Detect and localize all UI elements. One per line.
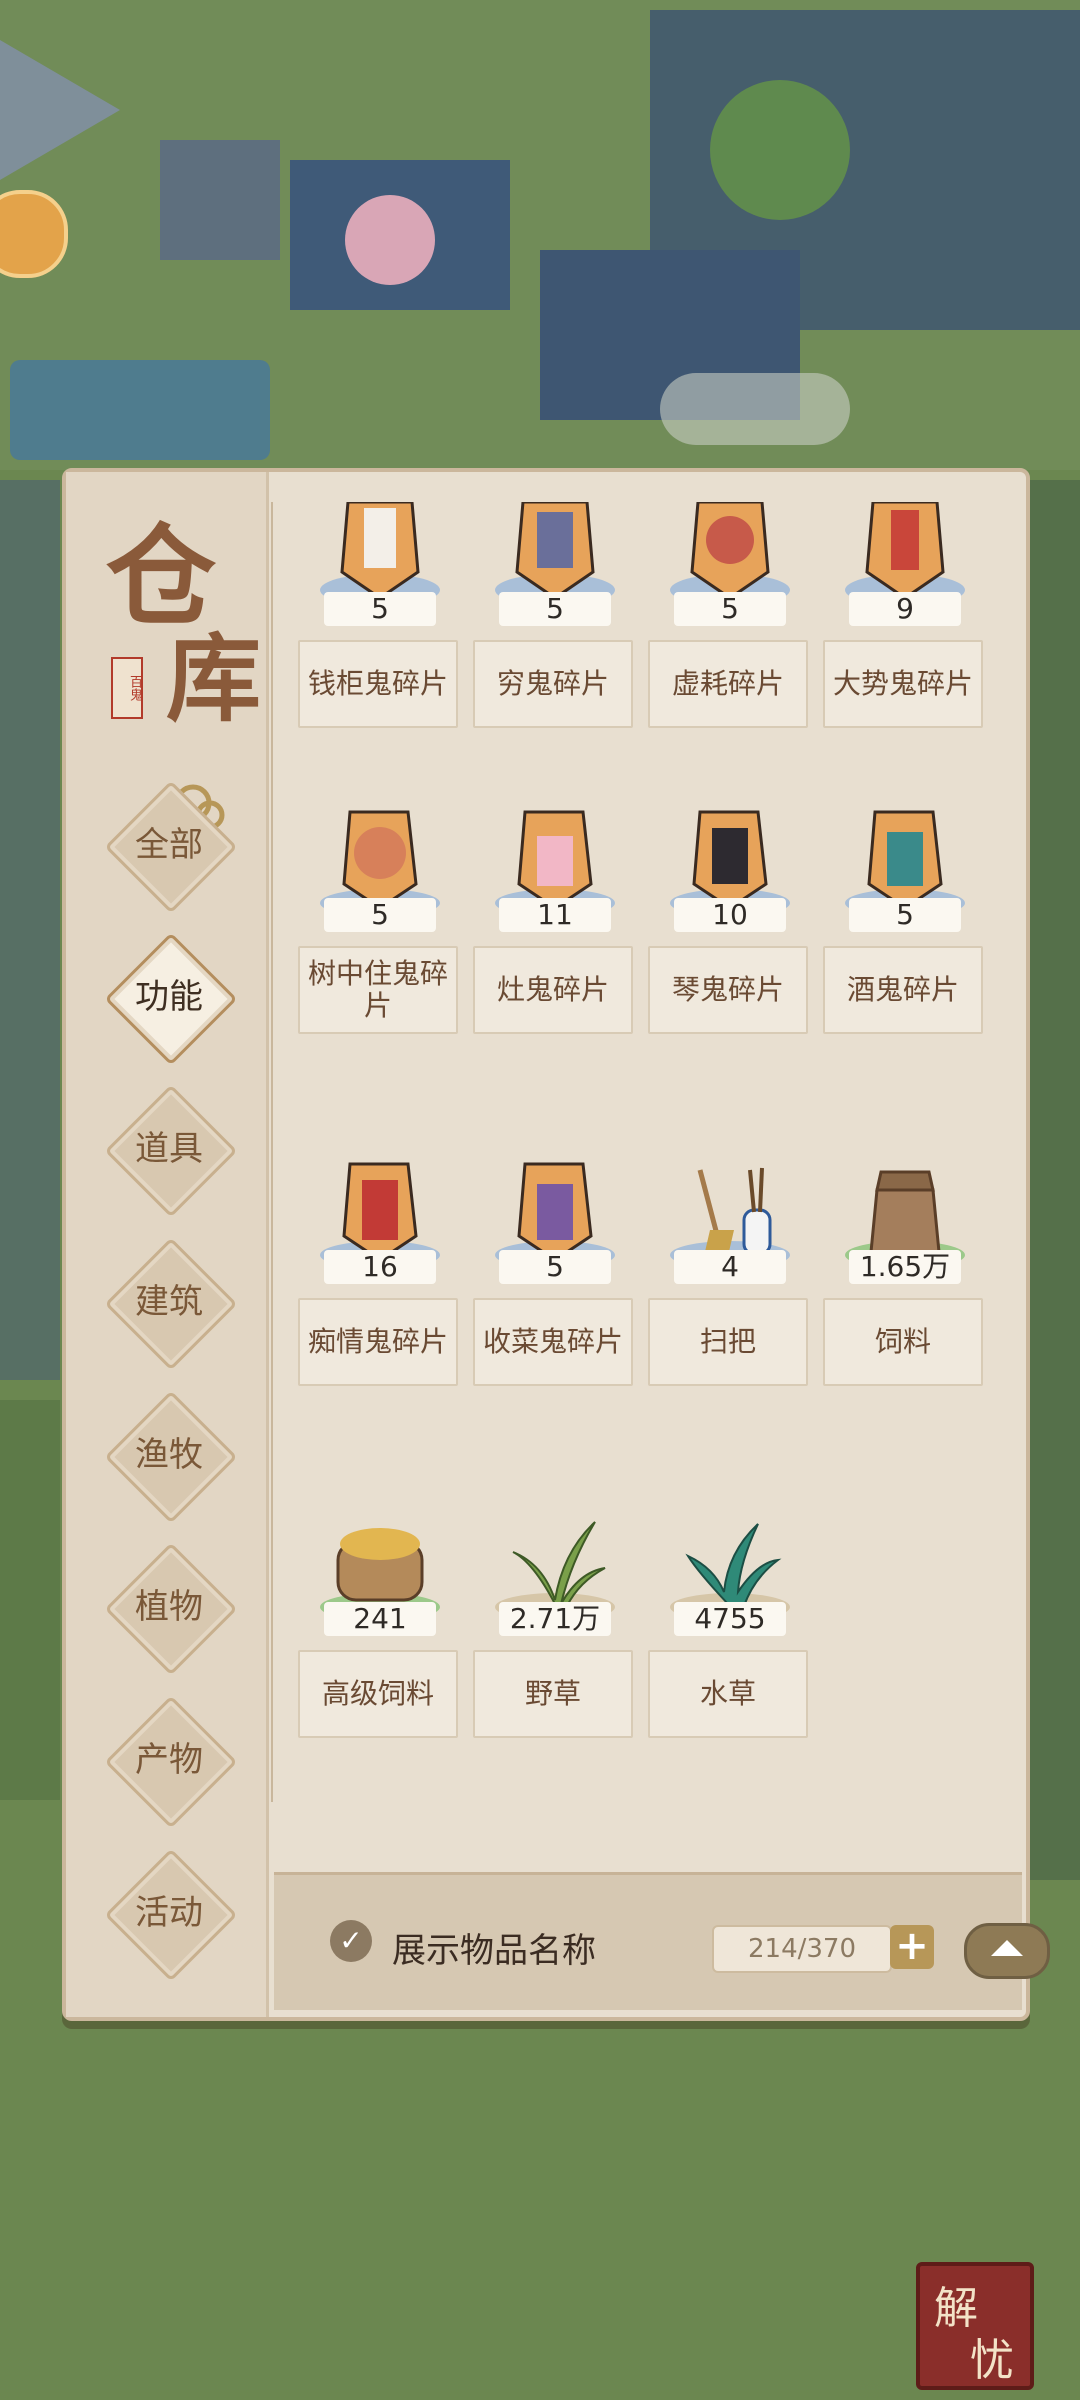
item-grid[interactable]: 5 钱柜鬼碎片 5 穷鬼碎片 5 虚耗碎片 9 大势鬼碎片 5 树中住鬼碎片 1… [278, 502, 1006, 1802]
bottom-bar: ✓ 展示物品名称 214/370 + [274, 1872, 1050, 2010]
item-name: 琴鬼碎片 [648, 946, 808, 1034]
category-tab-products[interactable]: 产物 [104, 1695, 238, 1829]
item-slot[interactable]: 4 扫把 [648, 1160, 812, 1440]
seal-stamp: 百鬼 [111, 657, 143, 719]
category-label: 植物 [135, 1587, 203, 1627]
title-char-1: 仓 [106, 512, 216, 641]
item-slot[interactable]: 5 收菜鬼碎片 [473, 1160, 637, 1440]
item-slot[interactable]: 5 穷鬼碎片 [473, 502, 637, 782]
item-count: 9 [849, 592, 961, 626]
item-name: 大势鬼碎片 [823, 640, 983, 728]
panel-title: 仓 库 [106, 512, 261, 772]
item-slot[interactable]: 5 树中住鬼碎片 [298, 808, 462, 1088]
item-slot[interactable]: 9 大势鬼碎片 [823, 502, 987, 782]
item-count: 5 [499, 592, 611, 626]
category-tab-props[interactable]: 道具 [104, 1084, 238, 1218]
item-slot[interactable]: 5 钱柜鬼碎片 [298, 502, 462, 782]
item-name: 痴情鬼碎片 [298, 1298, 458, 1386]
badge-char-2: 忧 [970, 2335, 1014, 2386]
item-count: 5 [674, 592, 786, 626]
item-name: 高级饲料 [298, 1650, 458, 1738]
collapse-up-button[interactable] [964, 1923, 1050, 1979]
category-label: 活动 [135, 1893, 203, 1933]
item-slot[interactable]: 11 灶鬼碎片 [473, 808, 637, 1088]
category-tab-fishing-herding[interactable]: 渔牧 [104, 1390, 238, 1524]
category-label: 产物 [135, 1740, 203, 1780]
category-tab-events[interactable]: 活动 [104, 1848, 238, 1982]
item-slot[interactable]: 16 痴情鬼碎片 [298, 1160, 462, 1440]
category-label: 功能 [135, 977, 203, 1017]
item-count: 16 [324, 1250, 436, 1284]
item-slot[interactable]: 10 琴鬼碎片 [648, 808, 812, 1088]
item-slot[interactable]: 2.71万 野草 [473, 1512, 637, 1792]
item-count: 1.65万 [849, 1250, 961, 1284]
item-count: 11 [499, 898, 611, 932]
item-slot[interactable]: 5 酒鬼碎片 [823, 808, 987, 1088]
category-label: 道具 [135, 1129, 203, 1169]
item-count: 4 [674, 1250, 786, 1284]
category-tab-plants[interactable]: 植物 [104, 1542, 238, 1676]
item-count: 5 [849, 898, 961, 932]
item-count: 4755 [674, 1602, 786, 1636]
capacity-display: 214/370 [712, 1925, 892, 1973]
item-count: 10 [674, 898, 786, 932]
item-slot[interactable]: 241 高级饲料 [298, 1512, 462, 1792]
item-name: 树中住鬼碎片 [298, 946, 458, 1034]
warehouse-panel: 仓 库 百鬼 全部 功能 道具 建筑 渔牧 植物 产物 活动 5 钱柜鬼碎片 5… [62, 468, 1050, 2021]
title-char-2: 库 [166, 624, 262, 735]
category-tab-buildings[interactable]: 建筑 [104, 1237, 238, 1371]
item-name: 灶鬼碎片 [473, 946, 633, 1034]
item-name: 酒鬼碎片 [823, 946, 983, 1034]
item-name: 收菜鬼碎片 [473, 1298, 633, 1386]
item-name: 水草 [648, 1650, 808, 1738]
item-name: 扫把 [648, 1298, 808, 1386]
category-sidebar: 仓 库 百鬼 全部 功能 道具 建筑 渔牧 植物 产物 活动 [66, 472, 269, 2017]
category-label: 建筑 [135, 1282, 203, 1322]
item-count: 5 [324, 898, 436, 932]
show-names-label[interactable]: 展示物品名称 [392, 1923, 596, 1972]
item-name: 钱柜鬼碎片 [298, 640, 458, 728]
category-tab-function[interactable]: 功能 [104, 932, 238, 1066]
category-tab-all[interactable]: 全部 [104, 780, 238, 914]
item-name: 穷鬼碎片 [473, 640, 633, 728]
item-name: 饲料 [823, 1298, 983, 1386]
category-label: 渔牧 [135, 1435, 203, 1475]
item-count: 5 [324, 592, 436, 626]
scroll-rail [271, 502, 273, 1802]
translucent-overlay-pill [660, 373, 850, 445]
item-count: 241 [324, 1602, 436, 1636]
item-name: 野草 [473, 1650, 633, 1738]
show-names-checkbox[interactable]: ✓ [330, 1920, 372, 1962]
category-label: 全部 [135, 825, 203, 865]
item-count: 5 [499, 1250, 611, 1284]
item-count: 2.71万 [499, 1602, 611, 1636]
expand-capacity-button[interactable]: + [890, 1925, 934, 1969]
item-slot[interactable]: 1.65万 饲料 [823, 1160, 987, 1440]
item-slot[interactable]: 4755 水草 [648, 1512, 812, 1792]
corner-seal-badge[interactable]: 解 忧 [916, 2262, 1034, 2390]
item-name: 虚耗碎片 [648, 640, 808, 728]
item-slot[interactable]: 5 虚耗碎片 [648, 502, 812, 782]
